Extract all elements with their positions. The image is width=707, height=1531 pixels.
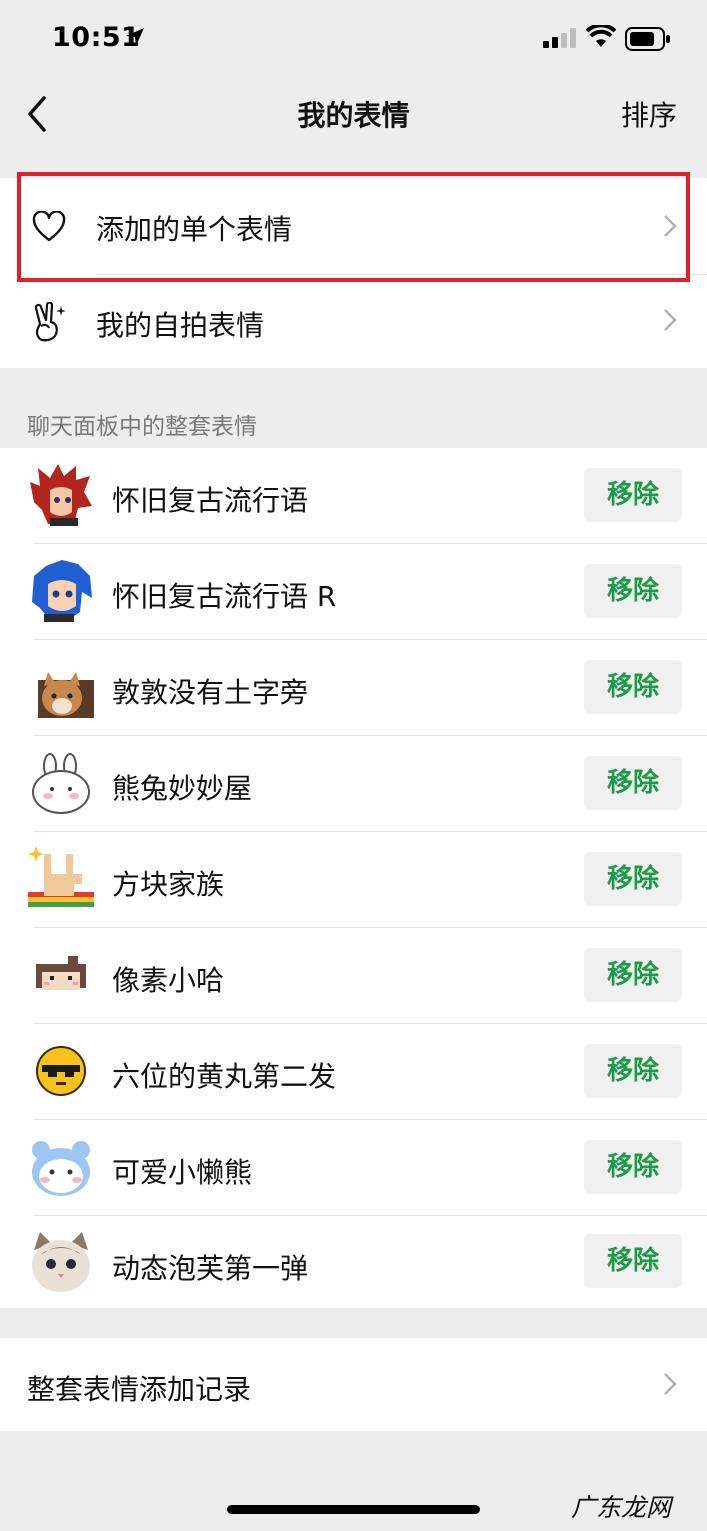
peace-hand-icon xyxy=(34,302,66,342)
my-stickers-group: 添加的单个表情 我的自拍表情 xyxy=(0,178,707,368)
battery-icon xyxy=(625,27,670,51)
page-title: 我的表情 xyxy=(297,99,410,132)
sticker-pack-list: 怀旧复古流行语 移除 怀旧复古流行语 R 移除 敦敦没有土字旁 移除 熊兔妙妙屋… xyxy=(0,448,707,1308)
sort-button[interactable]: 排序 xyxy=(621,94,677,134)
chevron-right-icon xyxy=(664,215,677,237)
watermark: 广东龙网 xyxy=(571,1493,672,1522)
sticker-pack-name: 像素小哈 xyxy=(112,964,225,997)
remove-button[interactable]: 移除 xyxy=(584,468,682,522)
cellular-signal-icon xyxy=(543,28,576,48)
sticker-pack-row[interactable]: 敦敦没有土字旁 移除 xyxy=(0,640,707,735)
sticker-pack-name: 六位的黄丸第二发 xyxy=(112,1060,337,1093)
remove-button[interactable]: 移除 xyxy=(584,564,682,618)
sticker-pack-row[interactable]: 像素小哈 移除 xyxy=(0,928,707,1023)
pack-history-row[interactable]: 整套表情添加记录 xyxy=(0,1338,707,1431)
remove-button[interactable]: 移除 xyxy=(584,660,682,714)
sticker-pack-row[interactable]: 可爱小懒熊 移除 xyxy=(0,1120,707,1215)
remove-button[interactable]: 移除 xyxy=(584,852,682,906)
selfie-stickers-row[interactable]: 我的自拍表情 xyxy=(0,274,707,368)
heart-icon xyxy=(32,211,66,242)
sticker-pack-name: 方块家族 xyxy=(112,868,225,901)
sticker-pack-name: 敦敦没有土字旁 xyxy=(112,676,309,709)
chevron-right-icon xyxy=(664,309,677,331)
navigation-bar: 我的表情 排序 xyxy=(0,80,707,148)
single-stickers-label: 添加的单个表情 xyxy=(96,213,293,246)
history-group: 整套表情添加记录 xyxy=(0,1338,707,1431)
pixel-hand-icon xyxy=(28,846,94,907)
remove-button[interactable]: 移除 xyxy=(584,1140,682,1194)
remove-button[interactable]: 移除 xyxy=(584,1044,682,1098)
kitten-icon xyxy=(32,1232,90,1292)
anime-red-hair-icon xyxy=(30,464,92,526)
blue-bear-icon xyxy=(32,1141,90,1196)
sticker-pack-row[interactable]: 怀旧复古流行语 R 移除 xyxy=(0,544,707,639)
bunny-icon xyxy=(32,753,90,814)
remove-button[interactable]: 移除 xyxy=(584,756,682,810)
wifi-icon xyxy=(586,25,616,47)
sticker-pack-name: 怀旧复古流行语 R xyxy=(112,580,337,613)
sticker-pack-row[interactable]: 怀旧复古流行语 移除 xyxy=(0,448,707,543)
sticker-pack-name: 怀旧复古流行语 xyxy=(112,484,309,517)
anime-blue-hair-icon xyxy=(32,560,92,622)
pack-history-label: 整套表情添加记录 xyxy=(27,1373,252,1406)
pixel-girl-icon xyxy=(36,956,86,990)
selfie-stickers-label: 我的自拍表情 xyxy=(96,309,265,342)
remove-button[interactable]: 移除 xyxy=(584,1234,682,1288)
sticker-pack-row[interactable]: 动态泡芙第一弹 移除 xyxy=(0,1216,707,1308)
location-arrow-icon xyxy=(126,28,144,46)
sticker-pack-row[interactable]: 方块家族 移除 xyxy=(0,832,707,927)
yellow-ball-icon xyxy=(36,1046,86,1096)
cat-photo-icon xyxy=(38,672,94,718)
sticker-pack-name: 可爱小懒熊 xyxy=(112,1156,253,1189)
sticker-pack-name: 动态泡芙第一弹 xyxy=(112,1252,309,1285)
sticker-pack-row[interactable]: 六位的黄丸第二发 移除 xyxy=(0,1024,707,1119)
section-header: 聊天面板中的整套表情 xyxy=(27,414,257,440)
single-stickers-row[interactable]: 添加的单个表情 xyxy=(0,178,707,274)
remove-button[interactable]: 移除 xyxy=(584,948,682,1002)
status-bar: 10:51 xyxy=(0,0,707,80)
sticker-pack-name: 熊兔妙妙屋 xyxy=(112,772,253,805)
chevron-right-icon xyxy=(664,1373,677,1395)
home-indicator[interactable] xyxy=(227,1505,480,1514)
sticker-pack-row[interactable]: 熊兔妙妙屋 移除 xyxy=(0,736,707,831)
